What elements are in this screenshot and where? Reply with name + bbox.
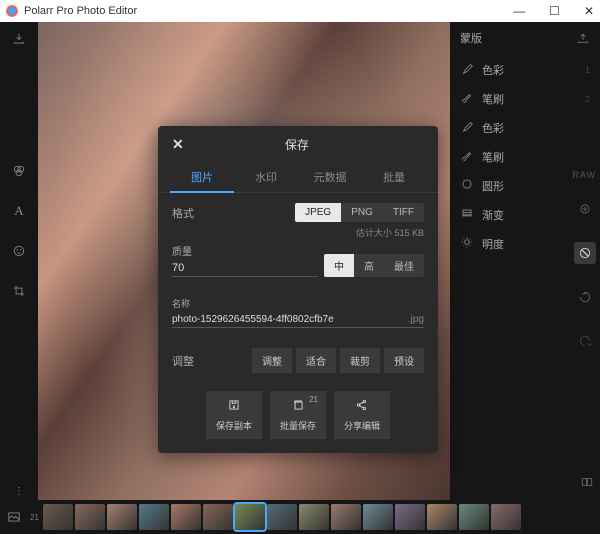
save-copy-button[interactable]: 保存副本 [206,391,262,439]
more-icon[interactable]: ⋮ [10,482,28,500]
mask-item-2[interactable]: 色彩 [450,113,600,142]
text-icon[interactable]: A [10,202,28,220]
gallery-icon[interactable] [4,507,24,527]
app-logo [6,5,18,17]
name-label: 名称 [172,297,424,310]
app-root: A ⋮ 蒙版 色彩1笔刷2色彩笔刷圆形渐变明度 RAW 21 ✕ 保存 图片水 [0,22,600,534]
history-icon[interactable] [574,286,596,308]
mask-icon[interactable] [574,242,596,264]
panel-header: 蒙版 [460,30,482,47]
title-bar: Polarr Pro Photo Editor — ☐ ✕ [0,0,600,22]
close-dialog-button[interactable]: ✕ [172,136,184,153]
thumbnail[interactable] [491,504,521,530]
quality-segment: 中高最佳 [324,254,424,277]
adjust-btn-3[interactable]: 预设 [384,348,424,373]
thumb-count: 21 [30,513,39,522]
thumbnail[interactable] [331,504,361,530]
mask-item-0[interactable]: 色彩1 [450,55,600,84]
crop-icon[interactable] [10,282,28,300]
target-icon[interactable] [574,198,596,220]
circle-icon [460,177,474,194]
batch-save-button[interactable]: 21 批量保存 [270,391,326,439]
compare-icon[interactable] [580,475,594,492]
share-button[interactable]: 分享编辑 [334,391,390,439]
filename-input[interactable] [172,312,408,327]
batch-icon [291,398,305,415]
raw-label: RAW [572,170,596,180]
filters-icon[interactable] [10,162,28,180]
right-icon-strip [572,198,598,352]
minimize-button[interactable]: — [513,4,525,18]
thumbnail[interactable] [139,504,169,530]
thumbnail[interactable] [203,504,233,530]
save-dialog: ✕ 保存 图片水印元数据批量 格式 JPEGPNGTIFF 估计大小 515 K… [158,126,438,453]
quality-preset-0[interactable]: 中 [324,254,354,277]
tab-1[interactable]: 水印 [234,163,298,192]
gradient-icon [460,206,474,223]
thumbnail[interactable] [459,504,489,530]
thumbnail[interactable] [267,504,297,530]
share-icon [355,398,369,415]
thumbnail[interactable] [395,504,425,530]
thumbnail[interactable] [43,504,73,530]
format-label: 格式 [172,205,295,221]
right-panel: 蒙版 色彩1笔刷2色彩笔刷圆形渐变明度 RAW [450,22,600,500]
tab-2[interactable]: 元数据 [298,163,362,192]
save-copy-icon [227,398,241,415]
mask-item-3[interactable]: 笔刷 [450,142,600,171]
quality-preset-2[interactable]: 最佳 [384,254,424,277]
thumbnail[interactable] [427,504,457,530]
face-icon[interactable] [10,242,28,260]
adjust-btn-1[interactable]: 适合 [296,348,336,373]
brush-icon [460,90,474,107]
dialog-tabs: 图片水印元数据批量 [158,163,438,193]
dialog-title: 保存 [184,136,410,153]
thumbnails [43,504,596,530]
eyedropper-icon [460,119,474,136]
format-segment: JPEGPNGTIFF [295,203,424,222]
file-ext: .jpg [408,314,424,327]
adjust-btn-0[interactable]: 调整 [252,348,292,373]
adjust-label: 调整 [172,353,248,369]
eyedropper-icon [460,61,474,78]
quality-preset-1[interactable]: 高 [354,254,384,277]
window-title: Polarr Pro Photo Editor [24,5,137,17]
quality-label: 质量 [172,243,318,258]
format-tiff[interactable]: TIFF [383,203,424,222]
format-png[interactable]: PNG [341,203,383,222]
tab-3[interactable]: 批量 [362,163,426,192]
quality-input[interactable] [172,260,318,277]
tab-0[interactable]: 图片 [170,163,234,193]
close-button[interactable]: ✕ [584,4,594,18]
thumbnail[interactable] [363,504,393,530]
import-icon[interactable] [10,30,28,48]
mask-item-1[interactable]: 笔刷2 [450,84,600,113]
maximize-button[interactable]: ☐ [549,4,560,18]
filmstrip: 21 [0,500,600,534]
thumbnail[interactable] [171,504,201,530]
brush-icon [460,148,474,165]
thumbnail[interactable] [75,504,105,530]
thumbnail[interactable] [107,504,137,530]
adjust-btn-2[interactable]: 裁剪 [340,348,380,373]
redo-icon[interactable] [574,330,596,352]
left-toolbar: A ⋮ [0,22,38,500]
export-icon[interactable] [576,30,590,47]
thumbnail[interactable] [299,504,329,530]
sun-icon [460,235,474,252]
window-controls: — ☐ ✕ [513,4,594,18]
batch-badge: 21 [309,395,318,404]
thumbnail[interactable] [235,504,265,530]
estimated-size: 估计大小 515 KB [172,226,424,239]
format-jpeg[interactable]: JPEG [295,203,341,222]
